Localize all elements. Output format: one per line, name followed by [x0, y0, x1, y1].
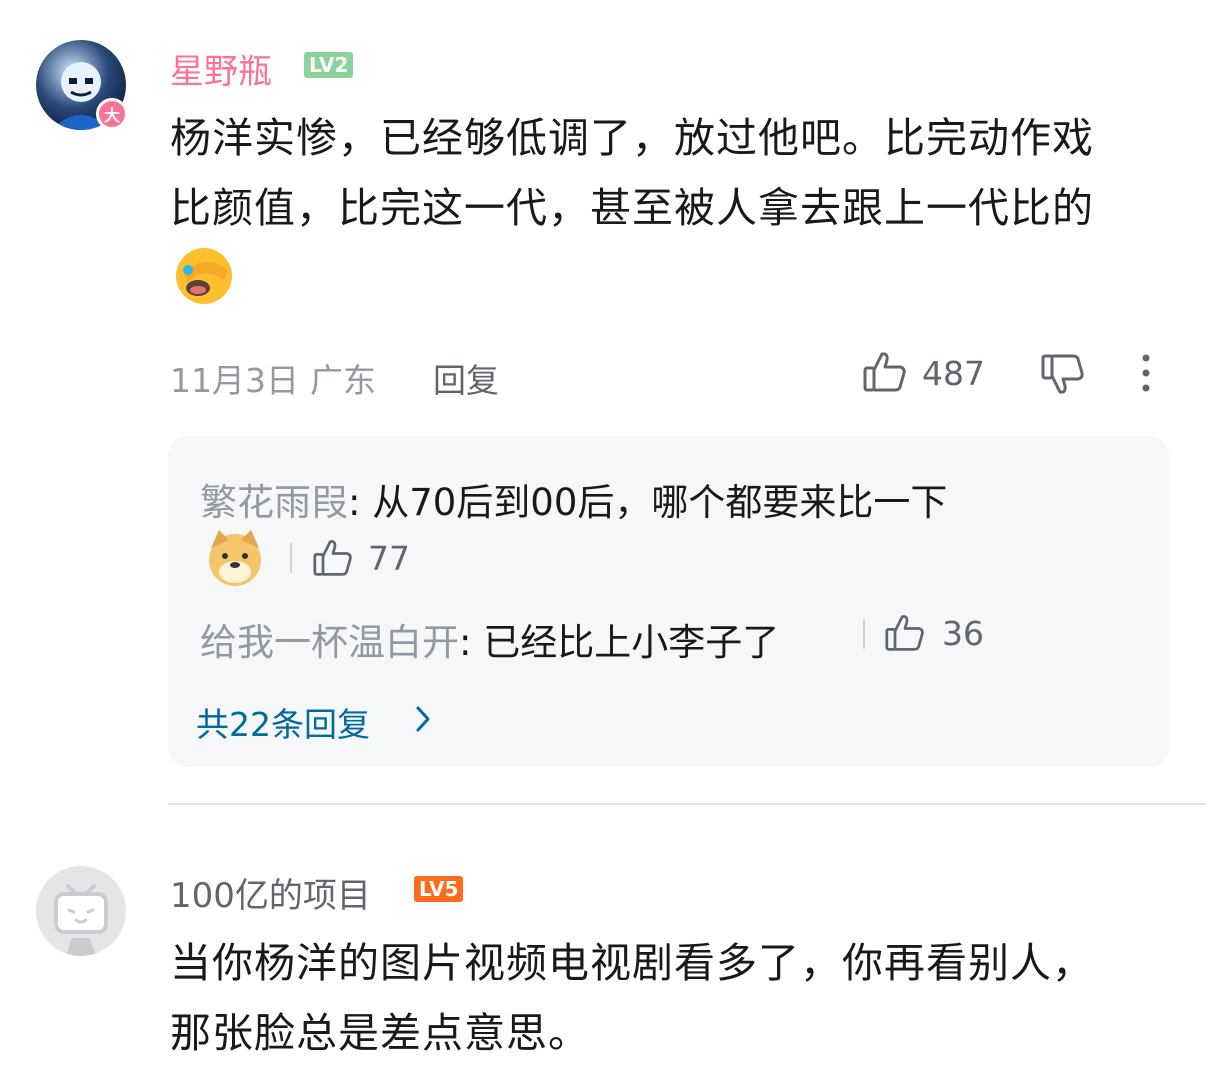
chevron-right-icon[interactable]	[412, 704, 434, 734]
divider	[863, 619, 865, 649]
more-icon[interactable]	[1136, 353, 1156, 393]
avatar[interactable]	[36, 866, 126, 956]
level-badge: LV2	[304, 52, 354, 78]
comment-divider	[168, 803, 1206, 805]
thumbs-up-icon[interactable]	[862, 350, 908, 394]
sub-reply[interactable]: 繁花雨叚: 从70后到00后，哪个都要来比一下	[200, 472, 947, 526]
comment-text-line: 杨洋实惨，已经够低调了，放过他吧。比完动作戏	[170, 114, 1094, 162]
comment-text-line: 比颜值，比完这一代，甚至被人拿去跟上一代比的	[170, 184, 1094, 232]
comment-text-line: 那张脸总是差点意思。	[170, 1009, 590, 1057]
view-all-replies-link[interactable]: 共22条回复	[196, 698, 370, 746]
level-badge: LV5	[414, 876, 464, 902]
thumbs-up-icon[interactable]	[884, 613, 926, 653]
avatar-badge: 大	[96, 98, 128, 130]
tv-icon	[54, 884, 108, 956]
username[interactable]: 100亿的项目	[170, 868, 371, 917]
comment-text-line: 当你杨洋的图片视频电视剧看多了，你再看别人，	[170, 939, 1094, 987]
sub-reply-text: : 从70后到00后，哪个都要来比一下	[348, 481, 948, 524]
thumbs-up-icon[interactable]	[312, 538, 354, 578]
sub-reply-username[interactable]: 给我一杯温白开	[200, 621, 459, 664]
divider	[290, 543, 292, 573]
sub-reply-username[interactable]: 繁花雨叚	[200, 481, 348, 524]
sub-reply-like-count: 36	[942, 614, 984, 653]
face-palm-emoji	[174, 246, 234, 306]
like-count: 487	[922, 354, 985, 393]
sub-reply[interactable]: 给我一杯温白开: 已经比上小李子了	[200, 612, 779, 666]
doge-emoji	[205, 528, 265, 588]
thumbs-down-icon[interactable]	[1040, 352, 1086, 396]
username[interactable]: 星野瓶	[170, 44, 272, 93]
reply-button[interactable]: 回复	[433, 354, 499, 402]
sub-reply-like-count: 77	[368, 539, 410, 578]
sub-reply-text: : 已经比上小李子了	[459, 621, 780, 664]
comment-location: 广东	[310, 361, 376, 400]
comment-date: 11月3日	[170, 361, 299, 400]
